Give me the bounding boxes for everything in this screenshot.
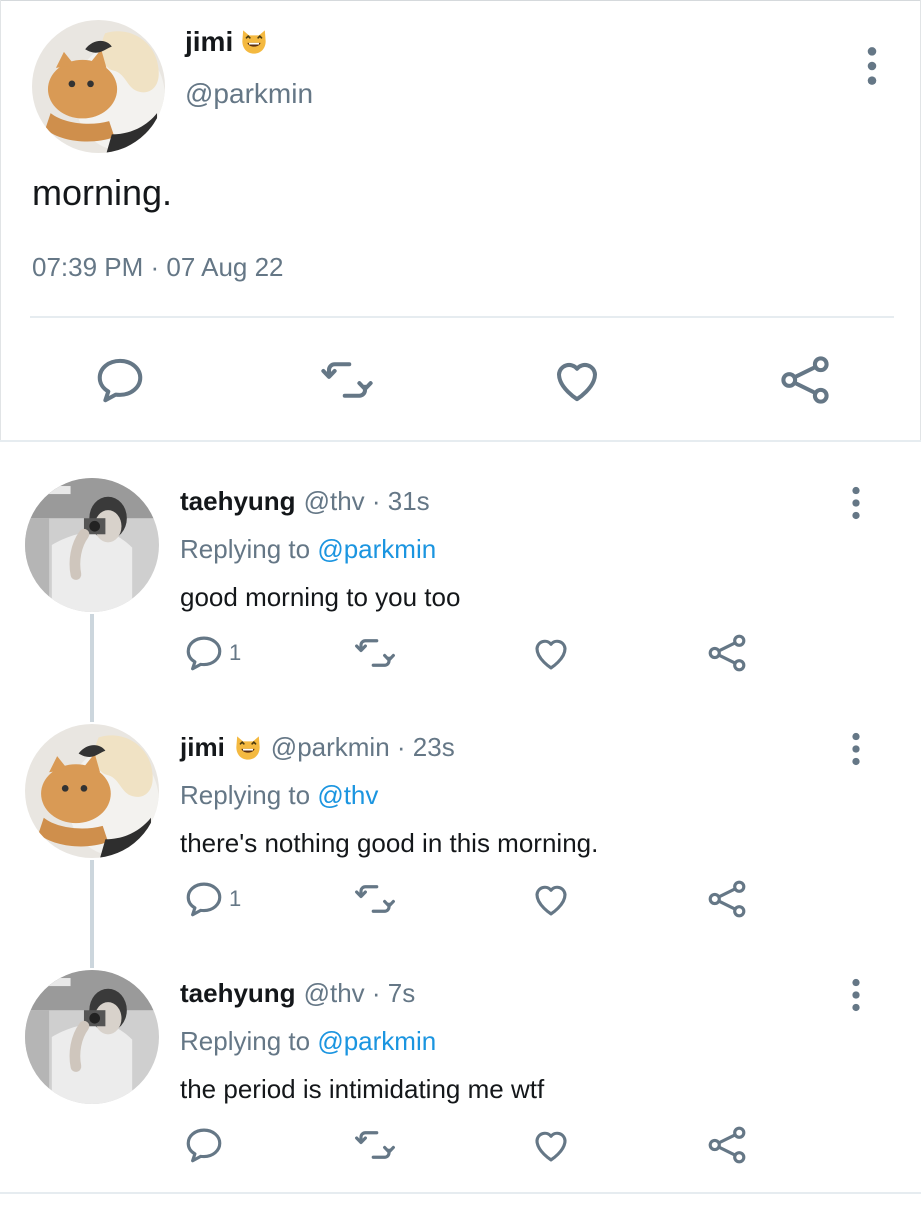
replying-to: Replying to @thv (180, 780, 378, 811)
bottom-divider (0, 1192, 921, 1194)
meta-separator: · (389, 732, 413, 762)
mention-link[interactable]: @parkmin (317, 534, 436, 564)
author-handle[interactable]: @thv (304, 978, 365, 1009)
share-button[interactable] (775, 350, 835, 410)
main-tweet: jimi @parkmin morning. 07:39 PM · 07 Aug… (0, 0, 921, 440)
reply-header: taehyung @thv · 7s (180, 978, 415, 1009)
like-button[interactable] (530, 1125, 572, 1165)
more-vertical-icon (846, 486, 866, 520)
like-icon (530, 1124, 572, 1166)
reply-icon (93, 353, 147, 407)
replying-to: Replying to @parkmin (180, 1026, 436, 1057)
avatar-image-icon (32, 20, 165, 153)
reply-button[interactable]: 1 (183, 879, 241, 919)
grinning-cat-emoji-icon (233, 733, 263, 763)
mention-link[interactable]: @thv (317, 780, 378, 810)
timestamp-separator: · (143, 252, 167, 282)
more-options-button[interactable] (846, 732, 866, 766)
reply-header: taehyung @thv · 31s (180, 486, 430, 517)
share-icon (706, 1124, 748, 1166)
reply-header: jimi @parkmin · 23s (180, 732, 455, 763)
reply-tweet[interactable]: taehyung @thv · 31s Replying to @parkmin… (0, 478, 921, 724)
avatar-image-icon (25, 724, 159, 858)
replying-to: Replying to @parkmin (180, 534, 436, 565)
author-handle[interactable]: @thv (304, 486, 365, 517)
author-handle[interactable]: @parkmin (185, 78, 313, 110)
avatar[interactable] (25, 970, 159, 1104)
meta-separator: · (364, 486, 388, 516)
tweet-text: morning. (32, 172, 173, 213)
more-vertical-icon (846, 732, 866, 766)
like-icon (530, 878, 572, 920)
share-icon (706, 878, 748, 920)
more-vertical-icon (846, 978, 866, 1012)
author-name-text: jimi (185, 26, 234, 57)
reply-icon (183, 632, 225, 674)
share-button[interactable] (706, 633, 748, 673)
reply-text: good morning to you too (180, 582, 461, 612)
like-button[interactable] (530, 633, 572, 673)
section-divider (0, 440, 921, 442)
reply-text: there's nothing good in this morning. (180, 828, 599, 858)
share-icon (706, 632, 748, 674)
reply-age: 23s (412, 732, 455, 762)
reply-age: 7s (387, 978, 416, 1008)
replying-prefix: Replying to (180, 534, 318, 564)
avatar[interactable] (25, 724, 159, 858)
share-icon (778, 353, 832, 407)
divider (30, 316, 894, 318)
avatar[interactable] (25, 478, 159, 612)
retweet-button[interactable] (317, 350, 377, 410)
retweet-button[interactable] (354, 879, 396, 919)
tweet-date: 07 Aug 22 (166, 252, 284, 282)
retweet-icon (354, 1124, 396, 1166)
author-name[interactable]: jimi (185, 26, 269, 58)
tweet-timestamp[interactable]: 07:39 PM · 07 Aug 22 (32, 252, 284, 283)
retweet-icon (354, 878, 396, 920)
retweet-icon (354, 632, 396, 674)
more-options-button[interactable] (846, 486, 866, 520)
reply-icon (183, 878, 225, 920)
author-handle[interactable]: @parkmin (271, 732, 390, 763)
reply-button[interactable]: 1 (183, 633, 241, 673)
like-icon (530, 632, 572, 674)
author-name[interactable]: taehyung (180, 978, 296, 1009)
like-icon (550, 353, 604, 407)
avatar[interactable] (32, 20, 165, 153)
grinning-cat-emoji-icon (239, 27, 269, 57)
avatar-image-icon (25, 478, 159, 612)
like-button[interactable] (530, 879, 572, 919)
share-button[interactable] (706, 879, 748, 919)
reply-button[interactable] (90, 350, 150, 410)
reply-count: 1 (229, 640, 242, 665)
retweet-icon (320, 353, 374, 407)
share-button[interactable] (706, 1125, 748, 1165)
replying-prefix: Replying to (180, 780, 318, 810)
more-options-button[interactable] (862, 46, 882, 86)
retweet-button[interactable] (354, 1125, 396, 1165)
replying-prefix: Replying to (180, 1026, 318, 1056)
reply-button[interactable] (183, 1125, 229, 1165)
author-name[interactable]: jimi (180, 732, 225, 763)
meta-separator: · (364, 978, 388, 1008)
reply-count: 1 (229, 886, 242, 911)
reply-tweet[interactable]: jimi @parkmin · 23s Replying to @thv the… (0, 724, 921, 970)
retweet-button[interactable] (354, 633, 396, 673)
reply-icon (183, 1124, 225, 1166)
avatar-image-icon (25, 970, 159, 1104)
reply-age: 31s (387, 486, 430, 516)
reply-tweet[interactable]: taehyung @thv · 7s Replying to @parkmin … (0, 970, 921, 1216)
tweet-time: 07:39 PM (32, 252, 144, 282)
mention-link[interactable]: @parkmin (317, 1026, 436, 1056)
more-options-button[interactable] (846, 978, 866, 1012)
author-name[interactable]: taehyung (180, 486, 296, 517)
reply-text: the period is intimidating me wtf (180, 1074, 545, 1104)
like-button[interactable] (547, 350, 607, 410)
more-vertical-icon (862, 46, 882, 86)
